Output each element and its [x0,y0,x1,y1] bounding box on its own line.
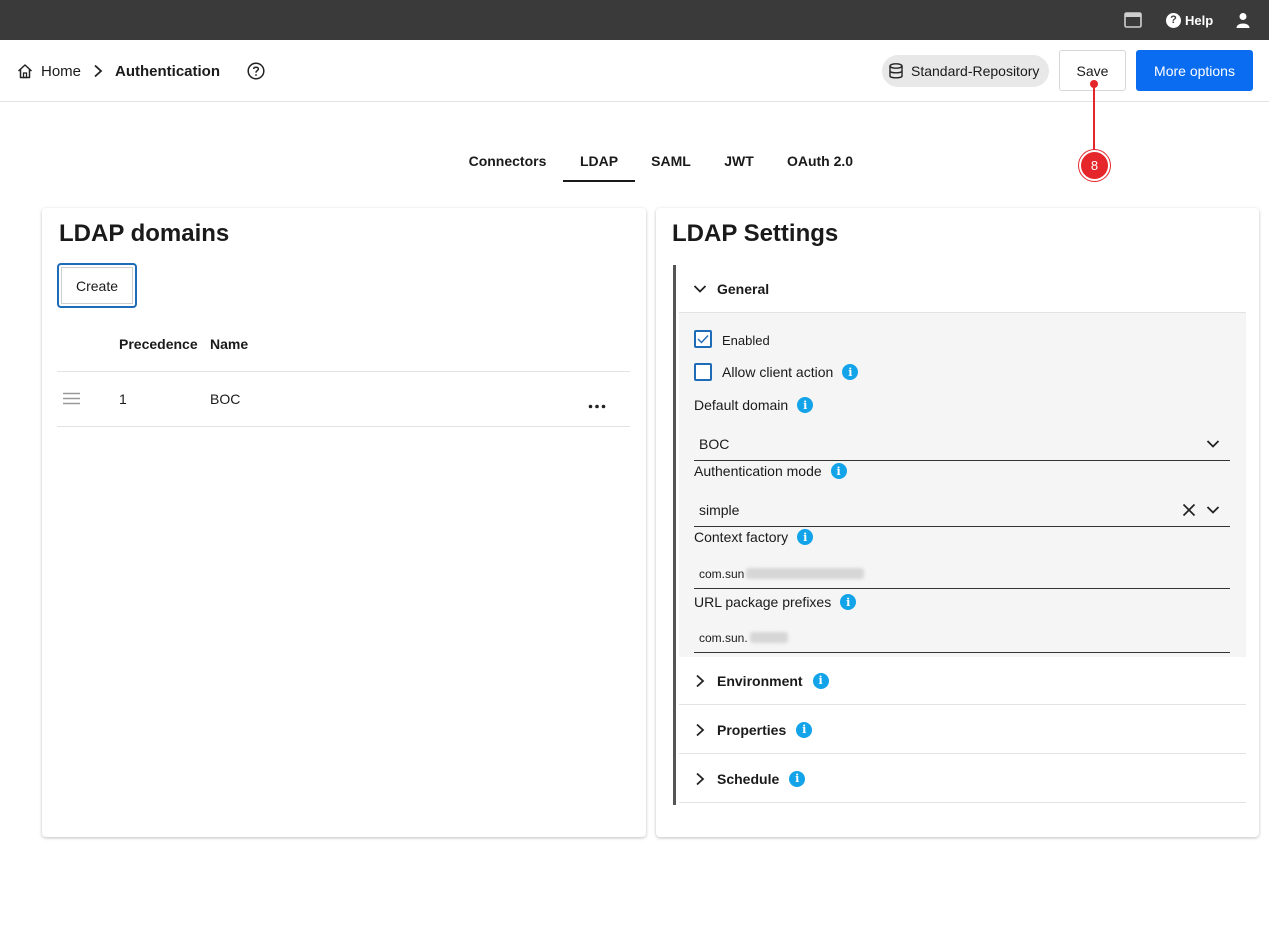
auth-mode-field: Authentication mode i [694,462,847,480]
info-icon[interactable]: i [812,672,829,689]
table-row[interactable]: 1 BOC [57,372,630,426]
tab-jwt[interactable]: JWT [713,140,765,182]
clear-icon[interactable] [1182,503,1196,517]
allow-client-field: Allow client action i [722,363,859,381]
ldap-domains-title: LDAP domains [59,220,230,247]
column-name[interactable]: Name [210,336,248,352]
chevron-down-icon[interactable] [1206,505,1220,515]
chevron-right-icon [93,64,103,78]
user-icon[interactable] [1236,0,1250,40]
tab-saml[interactable]: SAML [643,140,699,182]
auth-mode-label: Authentication mode [694,463,822,479]
context-factory-input[interactable]: com.sun [694,559,1230,589]
tab-oauth[interactable]: OAuth 2.0 [778,140,862,182]
ldap-domains-panel: LDAP domains Create Precedence Name 1 BO… [42,208,646,837]
chevron-right-icon [687,723,713,737]
settings-accordion: General Enabled Allow client action i De… [673,265,1246,805]
enabled-checkbox[interactable] [694,330,712,348]
info-icon[interactable]: i [830,463,847,479]
breadcrumb: Home Authentication [17,40,220,102]
tab-bar: Connectors LDAP SAML JWT OAuth 2.0 [0,140,1269,182]
home-icon[interactable] [17,63,33,79]
info-icon[interactable]: i [796,721,813,738]
default-domain-value: BOC [699,435,730,452]
auth-mode-value: simple [699,501,740,518]
table-divider [57,426,630,427]
context-factory-value: com.sun [699,566,745,581]
more-actions-icon[interactable] [588,396,606,414]
url-prefixes-value: com.sun. [699,630,748,645]
chevron-down-icon[interactable] [1206,439,1220,449]
ldap-settings-panel: LDAP Settings General Enabled Allow clie… [656,208,1259,837]
info-icon[interactable]: i [797,529,814,545]
section-environment-title: Environment [717,672,803,689]
create-button[interactable]: Create [57,263,137,308]
repository-label: Standard-Repository [911,63,1040,79]
help-icon: ? [1166,12,1181,28]
annotation-dot [1090,80,1098,88]
url-prefixes-input[interactable]: com.sun. [694,623,1230,653]
breadcrumb-home[interactable]: Home [41,63,81,80]
info-icon[interactable]: i [789,770,806,787]
breadcrumb-current: Authentication [115,62,221,80]
chevron-right-icon [687,772,713,786]
window-icon[interactable] [1124,0,1142,40]
section-general-header[interactable]: General [679,265,1246,313]
chevron-down-icon [687,284,713,294]
allow-client-checkbox[interactable] [694,363,712,381]
default-domain-label: Default domain [694,397,789,413]
top-bar: ? Help [0,0,1269,40]
row-name: BOC [210,391,241,407]
ldap-settings-title: LDAP Settings [672,220,839,247]
database-icon [889,63,903,79]
auth-mode-select[interactable]: simple [694,493,1230,527]
section-properties-title: Properties [717,721,787,738]
redacted-text [746,568,865,579]
page-header: Home Authentication Standard-Repository … [0,40,1269,102]
info-icon[interactable]: i [842,364,859,380]
default-domain-field: Default domain i [694,396,814,414]
tab-ldap[interactable]: LDAP [563,140,635,182]
section-general-title: General [717,280,770,297]
help-circle-icon[interactable] [247,40,265,102]
section-general-body: Enabled Allow client action i Default do… [679,313,1246,657]
context-factory-label: Context factory [694,529,789,545]
more-options-button[interactable]: More options [1136,50,1253,91]
help-link[interactable]: ? Help [1166,0,1213,40]
tab-connectors[interactable]: Connectors [460,140,555,182]
section-schedule-header[interactable]: Schedule i [679,755,1246,803]
chevron-right-icon [687,674,713,688]
info-icon[interactable]: i [797,397,814,413]
enabled-label: Enabled [722,332,770,348]
section-environment-header[interactable]: Environment i [679,657,1246,705]
url-prefixes-label: URL package prefixes [694,594,832,610]
check-icon [697,335,709,344]
redacted-text [749,632,788,643]
help-label: Help [1185,12,1214,28]
info-icon[interactable]: i [840,594,857,610]
url-prefixes-field: URL package prefixes i [694,593,857,611]
drag-handle-icon[interactable] [63,392,80,410]
default-domain-select[interactable]: BOC [694,427,1230,461]
section-schedule-title: Schedule [717,770,780,787]
repository-selector[interactable]: Standard-Repository [882,55,1049,87]
allow-client-label: Allow client action [722,364,834,380]
column-precedence[interactable]: Precedence [119,336,198,352]
context-factory-field: Context factory i [694,528,814,546]
row-precedence: 1 [119,391,127,407]
section-properties-header[interactable]: Properties i [679,706,1246,754]
